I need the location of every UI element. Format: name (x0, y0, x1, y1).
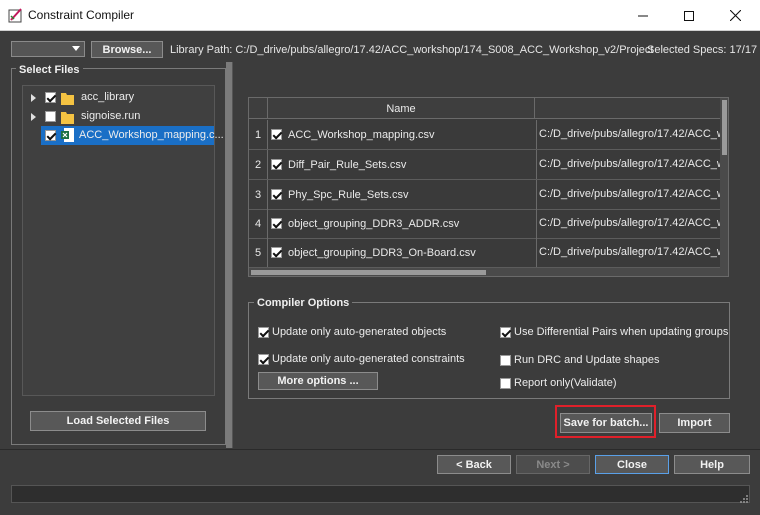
folder-icon (61, 112, 74, 124)
row-checkbox[interactable] (271, 159, 282, 170)
row-checkbox[interactable] (271, 218, 282, 229)
report-only-label: Report only(Validate) (514, 377, 617, 389)
compiler-options-caption: Compiler Options (254, 297, 353, 309)
table-row[interactable]: 5 object_grouping_DDR3_On-Board.csv C:/D… (249, 238, 720, 268)
row-file-name: Diff_Pair_Rule_Sets.csv (288, 159, 407, 171)
spec-table[interactable]: Name 1 ACC_Workshop_mapping.csv C:/D_dri… (248, 97, 729, 277)
chevron-down-icon (72, 46, 80, 51)
update-constraints-checkbox[interactable] (258, 354, 269, 365)
horizontal-scrollbar[interactable] (249, 268, 720, 276)
row-number: 2 (249, 150, 268, 179)
import-button[interactable]: Import (659, 413, 730, 433)
minimize-button[interactable] (620, 0, 666, 31)
close-icon (729, 10, 741, 21)
window-title: Constraint Compiler (28, 8, 135, 22)
close-button[interactable]: Close (595, 455, 669, 474)
use-diff-pairs-label: Use Differential Pairs when updating gro… (514, 326, 729, 338)
title-bar: Constraint Compiler (0, 0, 760, 31)
file-tree[interactable]: acc_library signoise.run ACC_Workshop_ma… (22, 85, 224, 396)
use-diff-pairs-checkbox[interactable] (500, 327, 511, 338)
more-options-button[interactable]: More options ... (258, 372, 378, 390)
row-file-path: C:/D_drive/pubs/allegro/17.42/ACC_wor (536, 209, 720, 238)
resize-grip-icon[interactable] (740, 495, 749, 504)
tree-item-label: ACC_Workshop_mapping.c... (79, 129, 224, 141)
row-number: 3 (249, 180, 268, 209)
row-file-name: Phy_Spc_Rule_Sets.csv (288, 189, 409, 201)
update-objects-checkbox[interactable] (258, 327, 269, 338)
selected-specs: Selected Specs: 17/17 (647, 44, 758, 56)
minimize-icon (638, 15, 648, 16)
load-selected-files-button[interactable]: Load Selected Files (30, 411, 206, 431)
row-checkbox[interactable] (271, 129, 282, 140)
row-file-path: C:/D_drive/pubs/allegro/17.42/ACC_wor (536, 150, 720, 179)
row-file-path: C:/D_drive/pubs/allegro/17.42/ACC_wor (536, 180, 720, 209)
maximize-icon (684, 10, 694, 21)
library-path: Library Path: C:/D_drive/pubs/allegro/17… (170, 44, 654, 56)
update-objects-label: Update only auto-generated objects (272, 326, 447, 338)
expand-arrow-icon[interactable] (31, 94, 36, 102)
library-combo[interactable] (11, 41, 85, 57)
tree-item-label: signoise.run (81, 110, 141, 122)
divider (0, 449, 760, 450)
close-window-button[interactable] (712, 0, 758, 31)
column-header-name[interactable]: Name (268, 98, 535, 119)
row-file-path: C:/D_drive/pubs/allegro/17.42/ACC_wor (536, 120, 720, 149)
help-button[interactable]: Help (674, 455, 750, 474)
tree-item-mapping-csv[interactable]: ACC_Workshop_mapping.c... (41, 126, 224, 145)
tree-item-acc-library[interactable]: acc_library (23, 88, 214, 107)
table-header: Name (249, 98, 720, 119)
row-checkbox[interactable] (271, 189, 282, 200)
select-files-caption: Select Files (16, 64, 83, 76)
row-number: 5 (249, 238, 268, 267)
horizontal-scroll-thumb[interactable] (251, 270, 486, 275)
tree-item-label: acc_library (81, 91, 135, 103)
table-row[interactable]: 4 object_grouping_DDR3_ADDR.csv C:/D_dri… (249, 209, 720, 239)
tree-checkbox[interactable] (45, 111, 56, 122)
header-corner[interactable] (249, 98, 268, 119)
browse-button[interactable]: Browse... (91, 41, 163, 58)
tree-checkbox[interactable] (45, 130, 56, 141)
highlight-box (555, 405, 656, 438)
maximize-button[interactable] (666, 0, 712, 31)
back-button[interactable]: < Back (437, 455, 511, 474)
folder-icon (61, 93, 74, 105)
tree-item-signoise[interactable]: signoise.run (23, 107, 214, 126)
table-row[interactable]: 1 ACC_Workshop_mapping.csv C:/D_drive/pu… (249, 120, 720, 150)
vertical-scrollbar[interactable] (720, 98, 728, 276)
run-drc-label: Run DRC and Update shapes (514, 354, 660, 366)
update-constraints-label: Update only auto-generated constraints (272, 353, 465, 365)
row-number: 1 (249, 120, 268, 149)
tree-checkbox[interactable] (45, 92, 56, 103)
app-icon (8, 8, 22, 23)
next-button[interactable]: Next > (516, 455, 590, 474)
row-file-name: object_grouping_DDR3_ADDR.csv (288, 218, 460, 230)
table-row[interactable]: 3 Phy_Spc_Rule_Sets.csv C:/D_drive/pubs/… (249, 180, 720, 210)
excel-icon (61, 128, 74, 142)
row-file-path: C:/D_drive/pubs/allegro/17.42/ACC_wor (536, 238, 720, 267)
report-only-checkbox[interactable] (500, 378, 511, 389)
expand-arrow-icon[interactable] (31, 113, 36, 121)
row-file-name: ACC_Workshop_mapping.csv (288, 129, 435, 141)
status-bar (11, 485, 750, 503)
run-drc-checkbox[interactable] (500, 355, 511, 366)
row-file-name: object_grouping_DDR3_On-Board.csv (288, 247, 476, 259)
vertical-scroll-thumb[interactable] (722, 100, 727, 155)
table-row[interactable]: 2 Diff_Pair_Rule_Sets.csv C:/D_drive/pub… (249, 150, 720, 180)
row-checkbox[interactable] (271, 247, 282, 258)
row-number: 4 (249, 209, 268, 238)
